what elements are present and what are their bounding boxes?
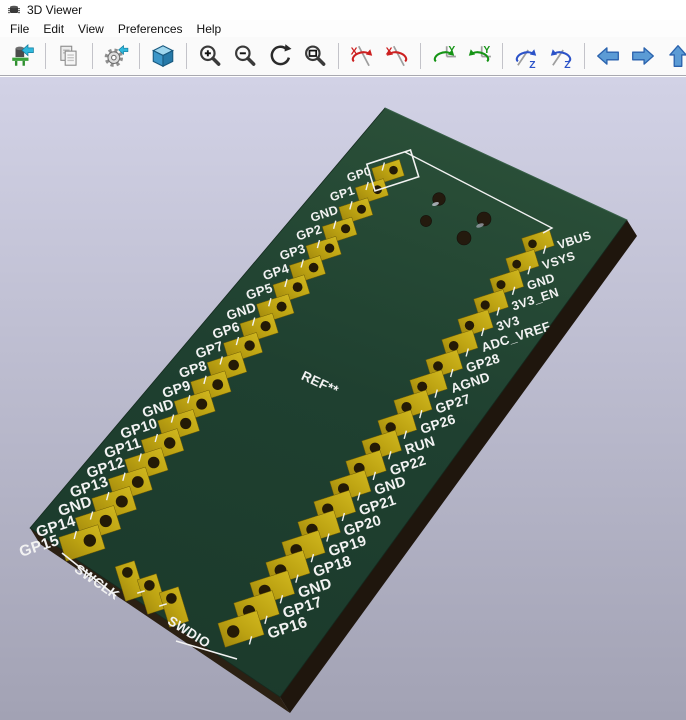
render-engine-cube-button[interactable] — [148, 41, 178, 71]
chip-icon — [7, 3, 21, 17]
pad-hole — [228, 360, 239, 371]
move-up-button[interactable] — [663, 41, 686, 71]
toolbar-separator — [420, 43, 421, 69]
pad-hole — [293, 282, 303, 292]
3d-viewer-window: 3D Viewer FileEditViewPreferencesHelp X … — [0, 0, 686, 720]
pad-hole — [465, 321, 474, 330]
copy-image-button[interactable] — [54, 41, 84, 71]
rotate-x-counterclockwise-button[interactable]: X — [382, 41, 412, 71]
redraw-icon — [267, 43, 293, 69]
rotate-y-clockwise-button[interactable]: Y — [429, 41, 459, 71]
pad-hole — [100, 515, 112, 527]
render-options-icon — [103, 43, 129, 69]
render-options-button[interactable] — [101, 41, 131, 71]
rotate-y-clockwise-icon: Y — [431, 43, 457, 69]
menu-item-file[interactable]: File — [3, 21, 36, 37]
window-title: 3D Viewer — [27, 3, 82, 17]
pad-hole — [212, 379, 223, 390]
rotate-z-clockwise-button[interactable]: Z — [511, 41, 541, 71]
move-left-button[interactable] — [593, 41, 623, 71]
move-right-button[interactable] — [628, 41, 658, 71]
menu-item-edit[interactable]: Edit — [36, 21, 71, 37]
pad-hole — [261, 321, 271, 331]
pad-hole — [166, 593, 177, 604]
zoom-in-icon — [197, 43, 223, 69]
pad-hole — [148, 457, 160, 469]
toolbar-separator — [45, 43, 46, 69]
rotate-x-clockwise-icon: X — [349, 43, 375, 69]
pad-hole — [244, 340, 254, 350]
reload-board-icon — [9, 43, 35, 69]
pad-hole — [227, 625, 239, 637]
pad-hole — [122, 567, 133, 578]
move-left-icon — [595, 43, 621, 69]
rotate-z-counterclockwise-icon: Z — [548, 43, 574, 69]
pad-hole — [84, 534, 96, 546]
pad-hole — [132, 476, 144, 488]
menu-item-help[interactable]: Help — [190, 21, 229, 37]
redraw-button[interactable] — [265, 41, 295, 71]
pad-hole — [481, 300, 490, 309]
rotate-x-counterclockwise-icon: X — [384, 43, 410, 69]
menu-item-view[interactable]: View — [71, 21, 111, 37]
pad-hole — [512, 260, 521, 269]
copy-image-icon — [56, 43, 82, 69]
pad-hole — [497, 280, 506, 289]
pad-hole — [164, 437, 175, 448]
pad-hole — [341, 224, 350, 233]
pad-hole — [144, 580, 155, 591]
pad-hole — [277, 302, 287, 312]
pad-hole — [433, 361, 443, 371]
zoom-in-button[interactable] — [195, 41, 225, 71]
toolbar-separator — [92, 43, 93, 69]
move-right-icon — [630, 43, 656, 69]
reload-board-button[interactable] — [7, 41, 37, 71]
pad-hole — [116, 496, 128, 508]
toolbar: X X Y Y Z Z — [0, 37, 686, 76]
zoom-out-icon — [232, 43, 258, 69]
menubar: FileEditViewPreferencesHelp — [0, 20, 686, 37]
titlebar: 3D Viewer — [0, 0, 686, 20]
pcb-3d-scene: GP0GP1GNDGP2GP3GP4GP5GNDGP6GP7GP8GP9GNDG… — [0, 77, 686, 720]
pad-hole — [389, 166, 398, 175]
zoom-fit-button[interactable] — [300, 41, 330, 71]
pad-hole — [180, 418, 191, 429]
menu-item-preferences[interactable]: Preferences — [111, 21, 190, 37]
mounting-hole — [457, 231, 471, 245]
pad-hole — [325, 244, 334, 253]
pad-hole — [528, 240, 537, 249]
pad-hole — [449, 341, 459, 351]
mounting-hole — [420, 215, 431, 226]
rotate-x-clockwise-button[interactable]: X — [347, 41, 377, 71]
zoom-fit-icon — [302, 43, 328, 69]
move-up-icon — [665, 43, 686, 69]
toolbar-separator — [139, 43, 140, 69]
pad-hole — [196, 399, 207, 410]
pad-hole — [309, 263, 319, 273]
rotate-z-clockwise-icon: Z — [513, 43, 539, 69]
rotate-y-counterclockwise-icon: Y — [466, 43, 492, 69]
3d-viewport[interactable]: GP0GP1GNDGP2GP3GP4GP5GNDGP6GP7GP8GP9GNDG… — [0, 77, 686, 720]
rotate-z-counterclockwise-button[interactable]: Z — [546, 41, 576, 71]
zoom-out-button[interactable] — [230, 41, 260, 71]
toolbar-separator — [186, 43, 187, 69]
svg-text:Z: Z — [529, 60, 535, 69]
rotate-y-counterclockwise-button[interactable]: Y — [464, 41, 494, 71]
render-engine-cube-icon — [150, 43, 176, 69]
pad-hole — [357, 205, 366, 214]
toolbar-separator — [338, 43, 339, 69]
toolbar-separator — [584, 43, 585, 69]
toolbar-separator — [502, 43, 503, 69]
